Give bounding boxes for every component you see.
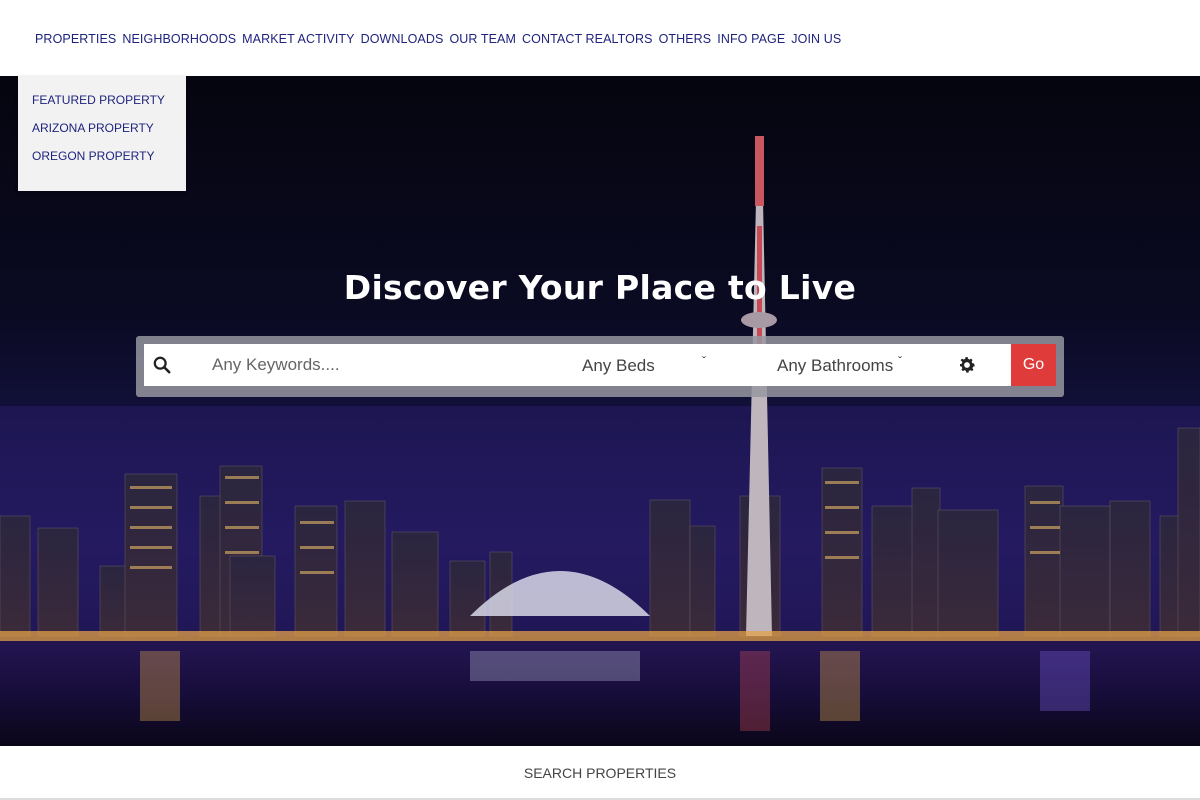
dropdown-item-oregon-property[interactable]: OREGON PROPERTY [32,149,186,177]
dropdown-item-featured-property[interactable]: FEATURED PROPERTY [32,93,186,121]
nav-menu: PROPERTIES NEIGHBORHOODS MARKET ACTIVITY… [35,32,847,46]
bathrooms-select[interactable]: Any Bathrooms [777,356,893,376]
gear-icon[interactable] [957,355,977,375]
search-bar-inner: Any Beds ˇ Any Bathrooms ˇ Go [144,344,1056,386]
dropdown-item-arizona-property[interactable]: ARIZONA PROPERTY [32,121,186,149]
properties-dropdown-menu: FEATURED PROPERTY ARIZONA PROPERTY OREGO… [18,76,186,191]
nav-item-others[interactable]: OTHERS [659,32,712,46]
top-navigation: PROPERTIES NEIGHBORHOODS MARKET ACTIVITY… [0,0,1200,76]
beds-select[interactable]: Any Beds [582,356,655,376]
nav-item-downloads[interactable]: DOWNLOADS [361,32,444,46]
beds-chevron-down-icon[interactable]: ˇ [702,354,706,368]
nav-item-contact-realtors[interactable]: CONTACT REALTORS [522,32,653,46]
nav-item-join-us[interactable]: JOIN US [791,32,841,46]
search-bar: Any Beds ˇ Any Bathrooms ˇ Go [136,336,1064,397]
bathrooms-chevron-down-icon[interactable]: ˇ [898,354,902,368]
search-properties-bar: SEARCH PROPERTIES [0,746,1200,800]
nav-item-neighborhoods[interactable]: NEIGHBORHOODS [122,32,236,46]
hero-headline: Discover Your Place to Live [343,268,857,307]
keywords-input[interactable] [212,354,552,376]
nav-item-our-team[interactable]: OUR TEAM [449,32,516,46]
search-properties-link[interactable]: SEARCH PROPERTIES [0,765,1200,781]
go-button[interactable]: Go [1011,344,1056,386]
search-icon [153,356,171,374]
nav-item-properties[interactable]: PROPERTIES [35,32,116,46]
nav-item-market-activity[interactable]: MARKET ACTIVITY [242,32,354,46]
nav-item-info-page[interactable]: INFO PAGE [717,32,785,46]
